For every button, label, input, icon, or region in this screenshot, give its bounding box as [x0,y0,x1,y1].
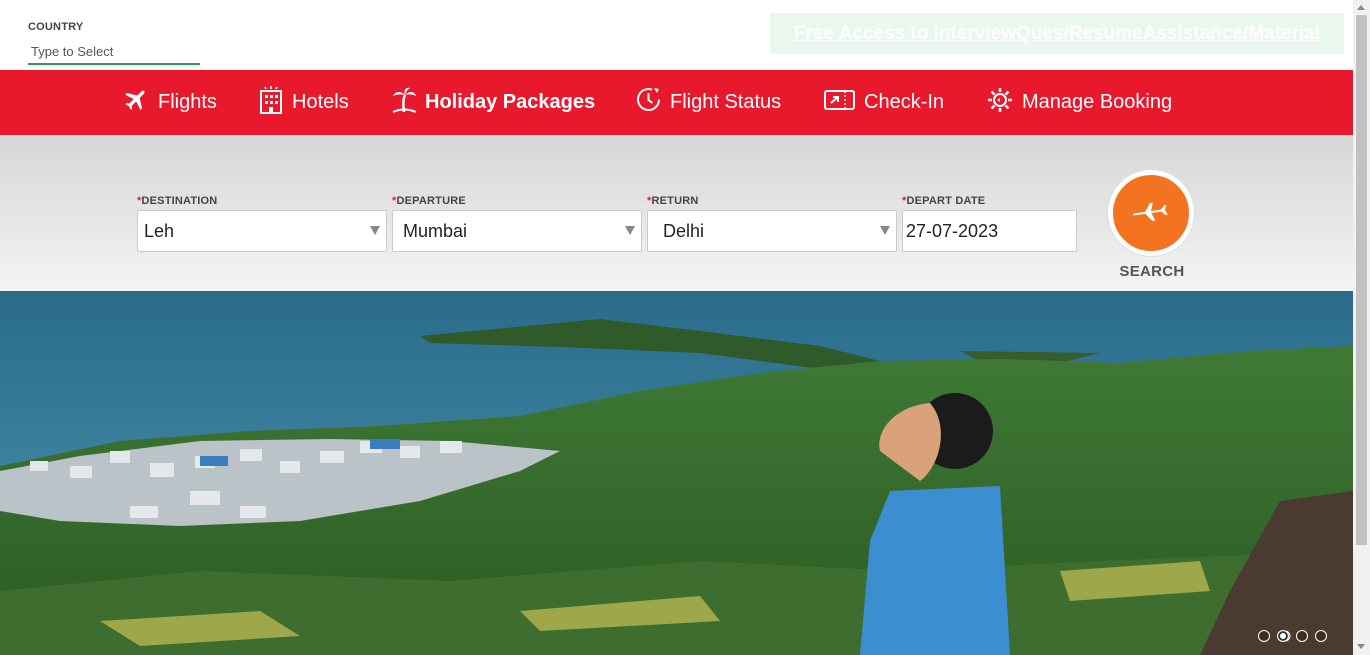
carousel-dot[interactable] [1296,630,1308,642]
departure-value: Mumbai [403,220,468,241]
nav-label-flight-status: Flight Status [670,91,782,113]
depart-date-label: *DEPART DATE [902,195,986,207]
nav-item-hotels[interactable]: Hotels [258,70,349,135]
promo-link[interactable]: Free Access to InterviewQues/ResumeAssis… [794,23,1320,45]
chevron-down-icon [625,226,635,235]
nav-item-flights[interactable]: Flights [123,70,217,135]
departure-field: *DEPARTURE Mumbai [392,195,642,252]
scroll-down-arrow-icon[interactable] [1357,644,1365,649]
return-value: Delhi [663,220,705,241]
depart-date-input[interactable]: 27-07-2023 [902,210,1077,252]
chevron-down-icon [370,226,380,235]
nav-item-check-in[interactable]: Check-In [823,70,944,135]
nav-label-hotels: Hotels [292,91,349,113]
nav-label-check-in: Check-In [864,91,945,113]
page: COUNTRY Free Access to InterviewQues/Res… [0,0,1370,655]
depart-date-field: *DEPART DATE 27-07-2023 [902,195,1077,252]
carousel-dot[interactable] [1315,630,1327,642]
carousel-dot-active[interactable] [1277,630,1289,642]
country-label: COUNTRY [28,21,84,33]
main-nav: Flights Hotels Holiday Packages Flight S… [0,70,1353,135]
scroll-up-arrow-icon[interactable] [1357,5,1365,10]
search-panel: *DESTINATION Leh *DEPARTURE Mumbai *RETU… [0,135,1353,291]
top-bar: COUNTRY Free Access to InterviewQues/Res… [0,0,1353,70]
vertical-scrollbar[interactable] [1353,0,1370,655]
destination-value: Leh [144,220,175,241]
nav-item-flight-status[interactable]: Flight Status [635,70,781,135]
clock-plane-icon [635,86,670,119]
return-field: *RETURN Delhi [647,195,897,252]
search-button[interactable] [1108,170,1194,256]
carousel-dot[interactable] [1258,630,1270,642]
nav-label-flights: Flights [158,91,217,113]
search-button-label: SEARCH [1119,263,1185,280]
departure-select[interactable]: Mumbai [392,210,642,252]
hero-carousel [0,291,1353,655]
nav-item-holiday-packages[interactable]: Holiday Packages [391,70,595,135]
scroll-thumb[interactable] [1356,15,1367,545]
departure-label: *DEPARTURE [392,195,466,207]
hotel-building-icon [258,85,292,120]
carousel-dots [1258,630,1327,642]
plane-icon [1131,199,1171,228]
depart-date-value: 27-07-2023 [906,220,999,241]
return-select[interactable]: Delhi [647,210,897,252]
chevron-down-icon [880,226,890,235]
nav-item-manage-booking[interactable]: Manage Booking [986,70,1172,135]
palm-tree-icon [391,87,425,119]
gear-plane-icon [986,86,1022,120]
return-label: *RETURN [647,195,699,207]
plane-icon [123,86,158,119]
nav-label-manage-booking: Manage Booking [1022,91,1173,113]
destination-field: *DESTINATION Leh [137,195,387,252]
nav-label-holiday-packages: Holiday Packages [425,91,596,113]
ticket-icon [823,87,864,119]
hero-image [0,291,1353,655]
destination-label: *DESTINATION [137,195,218,207]
promo-banner: Free Access to InterviewQues/ResumeAssis… [770,13,1344,54]
country-input[interactable] [28,40,200,65]
destination-select[interactable]: Leh [137,210,387,252]
